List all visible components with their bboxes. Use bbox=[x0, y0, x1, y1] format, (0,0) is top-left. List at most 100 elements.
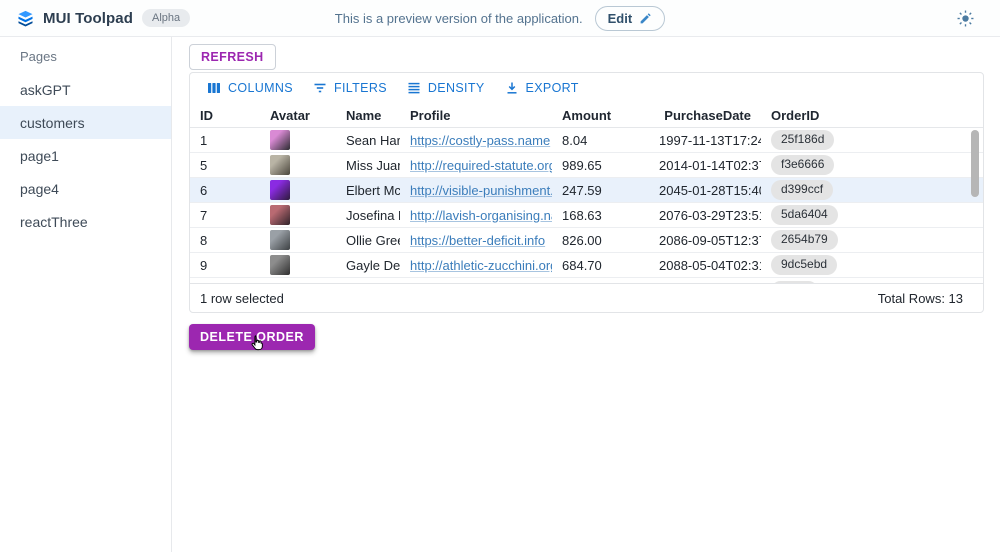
edit-button[interactable]: Edit bbox=[595, 6, 666, 31]
filter-icon bbox=[313, 81, 327, 95]
avatar bbox=[270, 255, 290, 275]
sun-icon bbox=[957, 10, 974, 27]
column-header-orderid[interactable]: OrderID bbox=[761, 108, 983, 123]
sidebar-item-label: page1 bbox=[20, 148, 59, 164]
export-icon bbox=[505, 81, 519, 95]
pencil-icon bbox=[639, 12, 652, 25]
column-header-id[interactable]: ID bbox=[190, 108, 260, 123]
cell-purchase-date: 2014-01-14T02:37:28.536Z bbox=[649, 158, 761, 173]
profile-link[interactable]: http://visible-punishment.net bbox=[410, 183, 552, 198]
export-button[interactable]: EXPORT bbox=[497, 77, 587, 99]
cell-amount: 684.70 bbox=[552, 258, 649, 273]
order-id-chip: d399ccf bbox=[771, 180, 833, 199]
alpha-badge: Alpha bbox=[142, 9, 190, 27]
avatar bbox=[270, 180, 290, 200]
cell-purchase-date: 2086-09-05T12:37:27.015Z bbox=[649, 233, 761, 248]
preview-banner-text: This is a preview version of the applica… bbox=[335, 11, 583, 26]
delete-order-button[interactable]: DELETE ORDER bbox=[189, 324, 315, 350]
profile-link[interactable]: http://lavish-organising.name bbox=[410, 208, 552, 223]
avatar bbox=[270, 230, 290, 250]
filters-button[interactable]: FILTERS bbox=[305, 77, 395, 99]
cell-id: 8 bbox=[190, 233, 260, 248]
cell-amount: 826.00 bbox=[552, 233, 649, 248]
sidebar-item-label: askGPT bbox=[20, 82, 71, 98]
cell-amount: 168.63 bbox=[552, 208, 649, 223]
sidebar-item-label: reactThree bbox=[20, 214, 88, 230]
columns-button[interactable]: COLUMNS bbox=[199, 77, 301, 99]
cell-name: Sean Harris bbox=[336, 133, 400, 148]
cell-id: 7 bbox=[190, 208, 260, 223]
page-content: REFRESH COLUMNS bbox=[172, 37, 1000, 552]
cell-id: 1 bbox=[190, 133, 260, 148]
sidebar-item-page4[interactable]: page4 bbox=[0, 172, 171, 205]
avatar bbox=[270, 205, 290, 225]
cell-purchase-date: 2045-01-28T15:40:06.325Z bbox=[649, 183, 761, 198]
cell-name: Miss Juan ... bbox=[336, 158, 400, 173]
column-header-profile[interactable]: Profile bbox=[400, 108, 552, 123]
sidebar-item-label: customers bbox=[20, 115, 85, 131]
cell-id: 5 bbox=[190, 158, 260, 173]
table-row[interactable]: 8 Ollie Green... https://better-deficit.… bbox=[190, 228, 983, 253]
cell-amount: 989.65 bbox=[552, 158, 649, 173]
grid-footer: 1 row selected Total Rows: 13 bbox=[190, 283, 983, 312]
export-button-label: EXPORT bbox=[526, 81, 579, 95]
density-button[interactable]: DENSITY bbox=[399, 77, 493, 99]
order-id-chip: 2654b79 bbox=[771, 230, 838, 249]
table-row[interactable]: 6 Elbert McL... http://visible-punishmen… bbox=[190, 178, 983, 203]
columns-icon bbox=[207, 81, 221, 95]
column-header-name[interactable]: Name bbox=[336, 108, 400, 123]
density-icon bbox=[407, 81, 421, 95]
table-row[interactable]: 7 Josefina P... http://lavish-organising… bbox=[190, 203, 983, 228]
profile-link[interactable]: https://costly-pass.name bbox=[410, 133, 550, 148]
profile-link[interactable]: http://required-statute.org bbox=[410, 158, 552, 173]
sidebar: Pages askGPT customers page1 page4 react… bbox=[0, 37, 172, 552]
sidebar-section-label: Pages bbox=[20, 49, 171, 64]
cell-id: 6 bbox=[190, 183, 260, 198]
column-header-purchasedate[interactable]: PurchaseDate bbox=[649, 108, 761, 123]
table-row[interactable]: 1 Sean Harris https://costly-pass.name 8… bbox=[190, 128, 983, 153]
cell-purchase-date: 2088-05-04T02:31:03.294Z bbox=[649, 258, 761, 273]
avatar bbox=[270, 155, 290, 175]
total-rows-count: Total Rows: 13 bbox=[878, 291, 963, 306]
sidebar-item-label: page4 bbox=[20, 181, 59, 197]
table-row[interactable]: 5 Miss Juan ... http://required-statute.… bbox=[190, 153, 983, 178]
cell-name: Ollie Green... bbox=[336, 233, 400, 248]
column-header-avatar[interactable]: Avatar bbox=[260, 108, 336, 123]
cell-name: Gayle Den... bbox=[336, 258, 400, 273]
grid-toolbar: COLUMNS FILTERS bbox=[190, 73, 983, 103]
cell-name: Elbert McL... bbox=[336, 183, 400, 198]
sidebar-item-customers[interactable]: customers bbox=[0, 106, 171, 139]
cell-purchase-date: 2076-03-29T23:51:07.968Z bbox=[649, 208, 761, 223]
cell-id: 9 bbox=[190, 258, 260, 273]
order-id-chip: 9dc5ebd bbox=[771, 255, 837, 274]
toolpad-logo-icon bbox=[17, 10, 34, 27]
order-id-chip: 25f186d bbox=[771, 130, 834, 149]
order-id-chip: 5da6404 bbox=[771, 205, 838, 224]
top-app-bar: MUI Toolpad Alpha This is a preview vers… bbox=[0, 0, 1000, 37]
profile-link[interactable]: http://athletic-zucchini.org bbox=[410, 258, 552, 273]
column-header-amount[interactable]: Amount bbox=[552, 108, 649, 123]
data-grid: COLUMNS FILTERS bbox=[189, 72, 984, 313]
sidebar-item-askGPT[interactable]: askGPT bbox=[0, 73, 171, 106]
columns-button-label: COLUMNS bbox=[228, 81, 293, 95]
brand-group: MUI Toolpad Alpha bbox=[0, 9, 190, 27]
profile-link[interactable]: https://better-deficit.info bbox=[410, 233, 545, 248]
cell-amount: 8.04 bbox=[552, 133, 649, 148]
table-row[interactable]: 9 Gayle Den... http://athletic-zucchini.… bbox=[190, 253, 983, 278]
sidebar-items: askGPT customers page1 page4 reactThree bbox=[0, 73, 171, 238]
app-title: MUI Toolpad bbox=[43, 10, 133, 27]
sidebar-item-reactThree[interactable]: reactThree bbox=[0, 205, 171, 238]
cell-name: Josefina P... bbox=[336, 208, 400, 223]
grid-header-row: ID Avatar Name Profile Amount PurchaseDa… bbox=[190, 103, 983, 128]
filters-button-label: FILTERS bbox=[334, 81, 387, 95]
cell-purchase-date: 1997-11-13T17:24:11.769Z bbox=[649, 133, 761, 148]
grid-vertical-scrollbar[interactable] bbox=[971, 130, 979, 197]
theme-toggle-button[interactable] bbox=[957, 10, 974, 27]
order-id-chip: f3e6666 bbox=[771, 155, 834, 174]
density-button-label: DENSITY bbox=[428, 81, 485, 95]
selected-rows-count: 1 row selected bbox=[200, 291, 284, 306]
cell-amount: 247.59 bbox=[552, 183, 649, 198]
refresh-button[interactable]: REFRESH bbox=[189, 44, 276, 70]
sidebar-item-page1[interactable]: page1 bbox=[0, 139, 171, 172]
edit-button-label: Edit bbox=[608, 11, 633, 26]
